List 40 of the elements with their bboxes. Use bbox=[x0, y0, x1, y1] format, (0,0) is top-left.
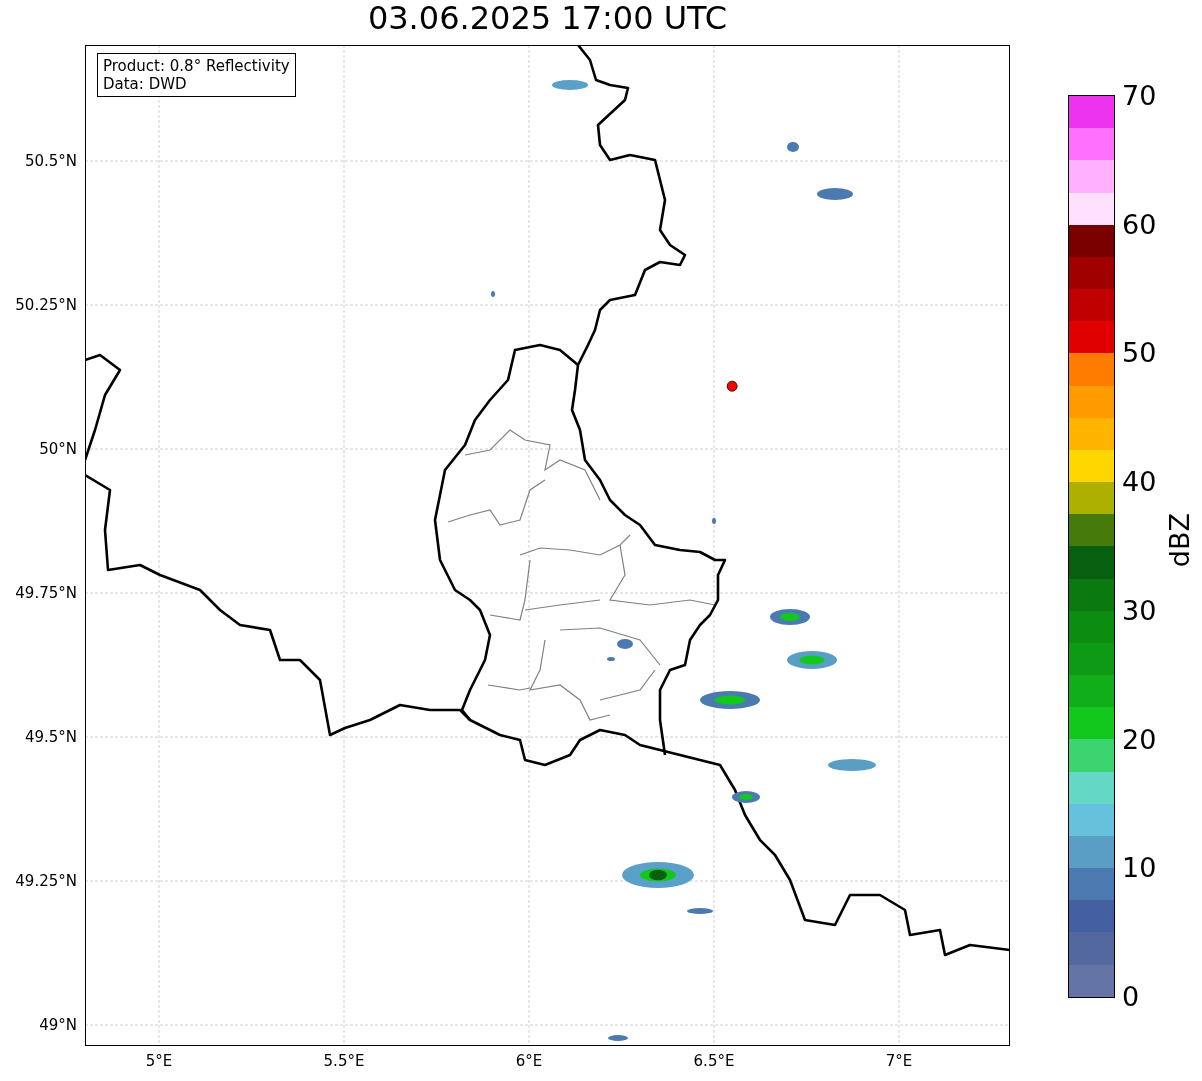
colorbar-tick-label: 50 bbox=[1122, 338, 1157, 369]
legend-text: Data: DWD bbox=[103, 75, 188, 93]
latitude-label: 49°N bbox=[39, 1016, 77, 1034]
radar-echo bbox=[770, 609, 810, 625]
colorbar-tick-label: 70 bbox=[1122, 81, 1157, 111]
longitude-label: 7°E bbox=[885, 1052, 913, 1070]
latitude-label: 50.25°N bbox=[15, 296, 77, 314]
latitude-label: 49.75°N bbox=[15, 584, 77, 602]
chart-title: 03.06.2025 17:00 UTC bbox=[366, 0, 729, 39]
latitude-label: 50°N bbox=[39, 440, 77, 458]
radar-echo bbox=[552, 80, 588, 90]
radar-echo bbox=[732, 791, 760, 803]
radar-echo bbox=[608, 1035, 628, 1041]
latitude-label: 49.5°N bbox=[24, 728, 77, 746]
longitude-label: 5°E bbox=[145, 1052, 173, 1070]
colorbar-tick-label: 60 bbox=[1122, 209, 1157, 240]
station-marker bbox=[726, 380, 738, 392]
radar-echo bbox=[687, 908, 713, 914]
colorbar-tick-label: 10 bbox=[1122, 853, 1157, 884]
colorbar-tick-label: 0 bbox=[1122, 982, 1140, 1012]
colorbar-label: dBZ bbox=[1165, 513, 1195, 568]
longitude-label: 5.5°E bbox=[323, 1052, 365, 1070]
longitude-label: 6.5°E bbox=[693, 1052, 735, 1070]
radar-echo bbox=[817, 188, 853, 200]
radar-echo bbox=[712, 518, 716, 524]
radar-echo bbox=[787, 142, 799, 152]
colorbar-tick-label: 30 bbox=[1122, 595, 1157, 626]
radar-echo bbox=[622, 862, 694, 888]
radar-echo bbox=[617, 639, 633, 649]
longitude-label: 6°E bbox=[515, 1052, 543, 1070]
colorbar-tick-label: 20 bbox=[1122, 724, 1157, 755]
radar-echo bbox=[607, 657, 615, 661]
radar-echo bbox=[700, 691, 760, 709]
latitude-label: 49.25°N bbox=[15, 872, 77, 890]
radar-echo bbox=[828, 759, 876, 771]
legend-text: Product: 0.8° Reflectivity bbox=[103, 57, 290, 75]
radar-echo bbox=[787, 651, 837, 669]
radar-echo bbox=[491, 291, 495, 297]
latitude-label: 50.5°N bbox=[24, 152, 77, 170]
colorbar-tick-label: 40 bbox=[1122, 467, 1157, 498]
